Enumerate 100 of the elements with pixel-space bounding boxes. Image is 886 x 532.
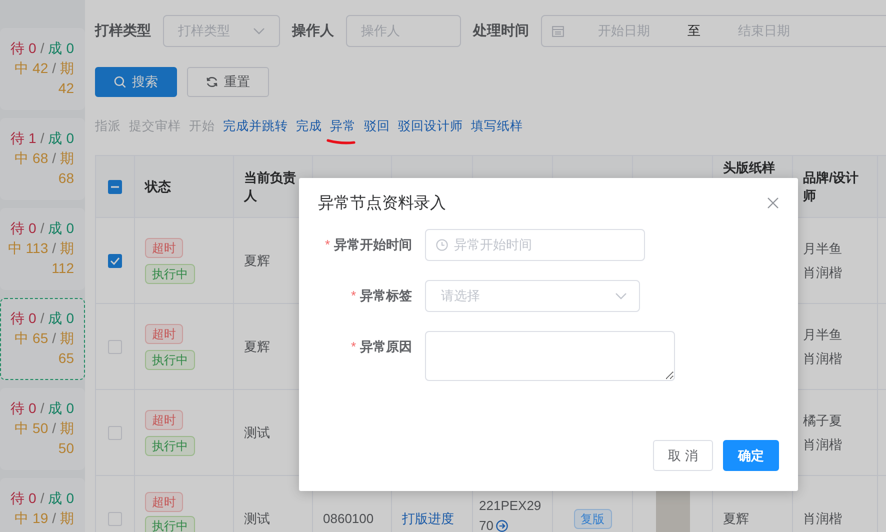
cancel-button[interactable]: 取 消 — [653, 440, 713, 471]
table-cell-text: 月半鱼 — [803, 326, 843, 344]
stat-value: 0 — [66, 129, 74, 148]
table-cell-text: 测试 — [244, 424, 271, 442]
column-header: 头版纸样 — [723, 159, 776, 177]
action-link: 开始 — [189, 118, 215, 134]
stat-label: 期 — [60, 59, 74, 78]
table-cell-text: 肖润楷 — [803, 264, 843, 282]
stat-label: 待 — [10, 399, 25, 418]
stat-value: 1 — [28, 129, 36, 148]
table-cell-text: 221PEX29 — [479, 497, 542, 514]
photo-placeholder — [656, 488, 690, 532]
column-header: 状态 — [145, 178, 172, 196]
stat-label: 成 — [48, 39, 62, 58]
stat-label: 成 — [48, 309, 62, 328]
stat-label: 中 — [8, 239, 22, 258]
action-link: 提交审样 — [129, 118, 181, 134]
stat-label: 中 — [14, 329, 29, 348]
check-icon — [110, 256, 120, 264]
stat-card[interactable]: 待 0 / 成 0 中 50 / 期 50 — [0, 388, 85, 470]
required-mark: * — [350, 338, 356, 356]
stat-value: 113 — [26, 239, 48, 258]
confirm-button[interactable]: 确定 — [723, 440, 779, 471]
table-cell-text: 肖润楷 — [803, 436, 843, 454]
status-tag: 超时 — [145, 492, 183, 512]
stat-label: 期 — [60, 239, 74, 258]
stat-value: 50 — [32, 419, 48, 438]
select-all-checkbox[interactable] — [108, 180, 122, 194]
stat-value: 0 — [66, 309, 74, 328]
stat-card[interactable]: 待 0 / 成 0 中 65 / 期 65 — [0, 298, 85, 380]
action-link[interactable]: 完成并跳转 — [223, 118, 288, 134]
column-header: 当前负责人 — [244, 168, 297, 204]
row-checkbox[interactable] — [108, 254, 122, 268]
action-link[interactable]: 驳回设计师 — [398, 118, 463, 134]
arrow-circle-right-icon — [496, 520, 508, 532]
clock-icon — [436, 239, 448, 251]
stat-value: 112 — [52, 259, 74, 278]
table-cell-text: 月半鱼 — [803, 240, 843, 258]
stat-label: 期 — [60, 419, 74, 438]
table-cell-text: 0860100 — [323, 511, 375, 526]
stat-value: 0 — [66, 489, 74, 508]
stat-value: 65 — [32, 329, 48, 348]
reset-button[interactable]: 重置 — [187, 67, 269, 97]
status-tag: 超时 — [145, 410, 183, 430]
separator-text: / — [40, 39, 44, 58]
filter-label: 打样类型 — [95, 22, 151, 40]
table-cell-text: 肖润楷 — [803, 510, 843, 528]
stat-label: 期 — [60, 149, 74, 168]
status-tag: 执行中 — [145, 264, 195, 284]
stat-value: 0 — [28, 309, 36, 328]
stat-label: 中 — [14, 59, 29, 78]
stat-card[interactable]: 待 0 / 成 0 中 42 / 期 42 — [0, 28, 85, 110]
separator-text: / — [40, 309, 44, 328]
stat-value: 50 — [58, 439, 74, 458]
reason-textarea[interactable] — [425, 331, 675, 381]
field-label: 异常标签 — [360, 287, 412, 305]
stat-label: 成 — [48, 399, 62, 418]
progress-link[interactable]: 打版进度 — [402, 510, 462, 528]
chevron-down-icon — [615, 292, 627, 300]
stat-label: 中 — [14, 149, 29, 168]
separator-text: / — [52, 149, 56, 168]
stat-value: 65 — [58, 349, 74, 368]
separator-text: / — [40, 489, 44, 508]
dialog-title: 异常节点资料录入 — [318, 194, 446, 214]
action-link[interactable]: 驳回 — [364, 118, 390, 134]
separator-text: / — [40, 129, 44, 148]
separator-text: / — [52, 419, 56, 438]
filter-label: 操作人 — [292, 22, 334, 40]
stat-value: 19 — [32, 509, 48, 528]
table-cell-text: 夏辉 — [244, 338, 271, 356]
action-link[interactable]: 填写纸样 — [471, 118, 523, 134]
stat-card[interactable]: 待 1 / 成 0 中 68 / 期 68 — [0, 118, 85, 200]
separator-text: / — [52, 329, 56, 348]
field-label: 异常原因 — [360, 338, 412, 356]
required-mark: * — [324, 236, 330, 254]
stat-label: 期 — [60, 329, 74, 348]
stat-label: 中 — [14, 419, 29, 438]
table-cell-text: 肖润楷 — [803, 350, 843, 368]
separator-text: / — [52, 59, 56, 78]
stat-label: 待 — [10, 219, 25, 238]
search-button[interactable]: 搜索 — [95, 67, 177, 97]
stat-value: 0 — [28, 219, 36, 238]
action-link[interactable]: 完成 — [296, 118, 322, 134]
table-cell-text: 夏辉 — [244, 252, 271, 270]
stat-card[interactable]: 待 0 / 成 0 中 19 / 期 — [0, 478, 85, 532]
stat-label: 中 — [14, 509, 29, 528]
stat-label: 待 — [10, 489, 25, 508]
action-link: 指派 — [95, 118, 121, 134]
action-link[interactable]: 异常 — [330, 118, 356, 134]
table-cell: 70 — [479, 517, 494, 532]
separator-text: / — [52, 239, 56, 258]
status-tag: 执行中 — [145, 516, 195, 532]
refresh-icon — [206, 76, 218, 88]
stat-label: 成 — [48, 129, 62, 148]
status-tag: 超时 — [145, 324, 183, 344]
stat-card[interactable]: 待 0 / 成 0 中 113 / 期 112 — [0, 208, 85, 290]
status-tag: 超时 — [145, 238, 183, 258]
close-icon[interactable] — [767, 197, 779, 209]
column-header: 品牌/设计师 — [803, 168, 860, 204]
stat-value: 0 — [28, 489, 36, 508]
